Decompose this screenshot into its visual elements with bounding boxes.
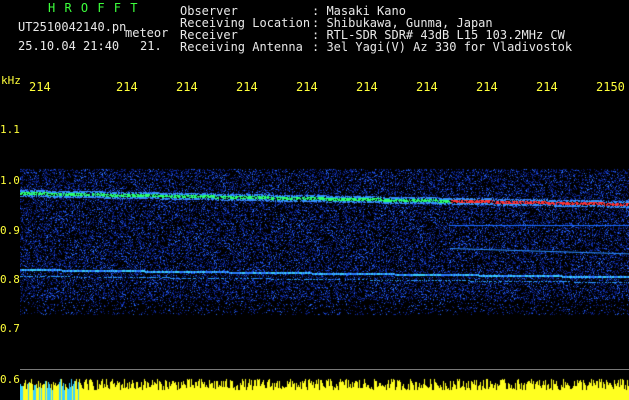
y-tick-label: 0.9 [0,224,20,237]
info-antenna-key: Receiving Antenna [180,40,303,54]
y-tick-label: 0.8 [0,273,20,286]
x-tick-label: 214 [536,80,558,94]
divider-line [20,369,629,370]
y-tick-label: 0.7 [0,322,20,335]
x-tick-label: 2150 [596,80,625,94]
x-tick-label: 214 [416,80,438,94]
spectrogram-canvas [20,100,629,400]
x-tick-label: 214 [29,80,51,94]
x-tick-label: 214 [176,80,198,94]
y-tick-label: 0.6 [0,373,20,386]
filename-label: UT2510042140.pn [18,20,127,34]
x-tick-label: 214 [476,80,498,94]
y-tick-label: 1.0 [0,174,20,187]
x-tick-label: 214 [116,80,138,94]
x-tick-label: 214 [236,80,258,94]
info-antenna-value: : 3el Yagi(V) Az 330 for Vladivostok [312,40,573,54]
frame-label: 21. [140,39,162,53]
x-tick-label: 214 [296,80,318,94]
y-tick-label: 1.1 [0,123,20,136]
meteor-label: meteor [125,26,169,40]
x-tick-label: 214 [356,80,378,94]
app-title: H R O F F T [48,1,139,15]
datetime-label: 25.10.04 21:40 [18,39,120,53]
axis-unit-label: kHz [1,74,21,87]
